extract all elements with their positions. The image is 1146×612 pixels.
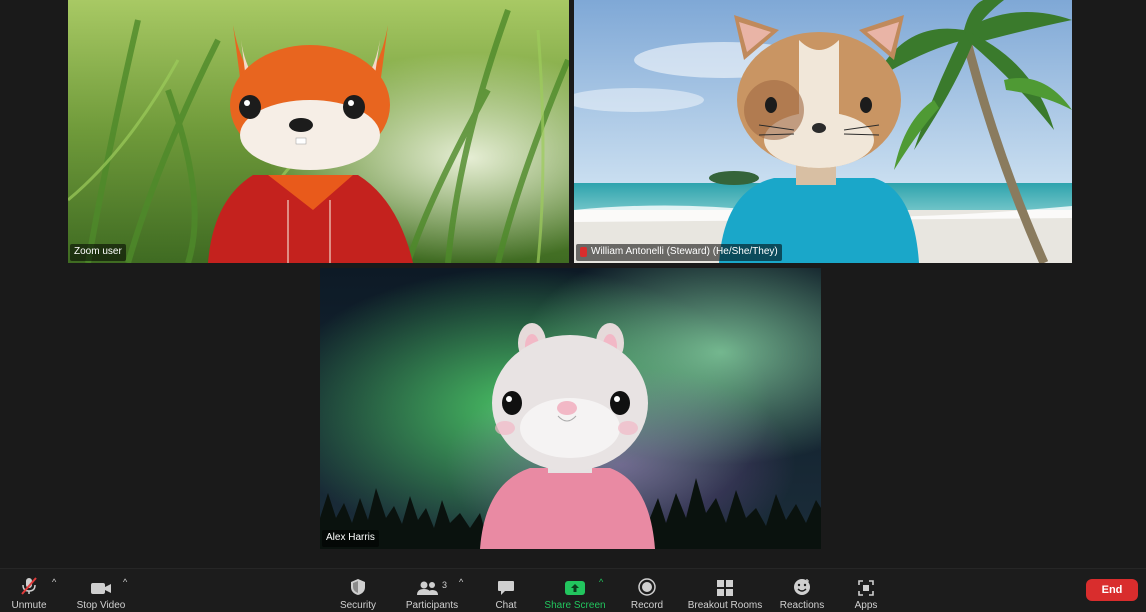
muted-mic-icon	[19, 572, 39, 596]
reactions-button[interactable]: Reactions	[776, 569, 828, 612]
chat-bubble-icon	[497, 572, 515, 596]
record-icon	[638, 572, 656, 596]
shield-icon	[350, 572, 366, 596]
breakout-rooms-button[interactable]: Breakout Rooms	[684, 569, 766, 612]
participant-name-label: William Antonelli (Steward) (He/She/They…	[576, 244, 782, 261]
audio-options-chevron-icon[interactable]: ^	[52, 577, 56, 587]
participant-count: 3	[441, 580, 447, 590]
participants-options-chevron-icon[interactable]: ^	[459, 577, 463, 587]
participants-icon	[416, 581, 438, 595]
cat-avatar-video	[574, 0, 1072, 263]
end-meeting-button[interactable]: End	[1086, 579, 1138, 601]
chat-button[interactable]: Chat	[488, 569, 524, 612]
muted-mic-icon	[580, 247, 587, 257]
participant-name-label: Zoom user	[70, 244, 126, 261]
video-tile-alex-harris[interactable]: Alex Harris	[320, 268, 821, 549]
fox-avatar-video	[68, 0, 569, 263]
video-tile-zoom-user[interactable]: Zoom user	[68, 0, 569, 263]
video-camera-icon	[90, 572, 112, 596]
security-button[interactable]: Security	[334, 569, 382, 612]
breakout-rooms-grid-icon	[717, 572, 733, 596]
apps-icon	[858, 572, 874, 596]
share-options-chevron-icon[interactable]: ^	[599, 577, 603, 587]
stop-video-button[interactable]: Stop Video	[72, 569, 130, 612]
share-screen-button[interactable]: Share Screen	[542, 569, 608, 612]
squirrel-avatar-video	[320, 268, 821, 549]
record-button[interactable]: Record	[626, 569, 668, 612]
video-gallery: Zoom user William Antonelli (Steward) (H…	[0, 0, 1146, 568]
unmute-button[interactable]: Unmute	[6, 569, 52, 612]
meeting-toolbar: Unmute ^ Stop Video ^ Security 3 Partici…	[0, 568, 1146, 612]
smiley-icon	[793, 572, 811, 596]
video-options-chevron-icon[interactable]: ^	[123, 577, 127, 587]
participants-button[interactable]: 3 Participants	[400, 569, 464, 612]
apps-button[interactable]: Apps	[848, 569, 884, 612]
video-tile-william-antonelli[interactable]: William Antonelli (Steward) (He/She/They…	[574, 0, 1072, 263]
participant-name-label: Alex Harris	[322, 530, 379, 547]
share-screen-icon	[565, 572, 585, 596]
